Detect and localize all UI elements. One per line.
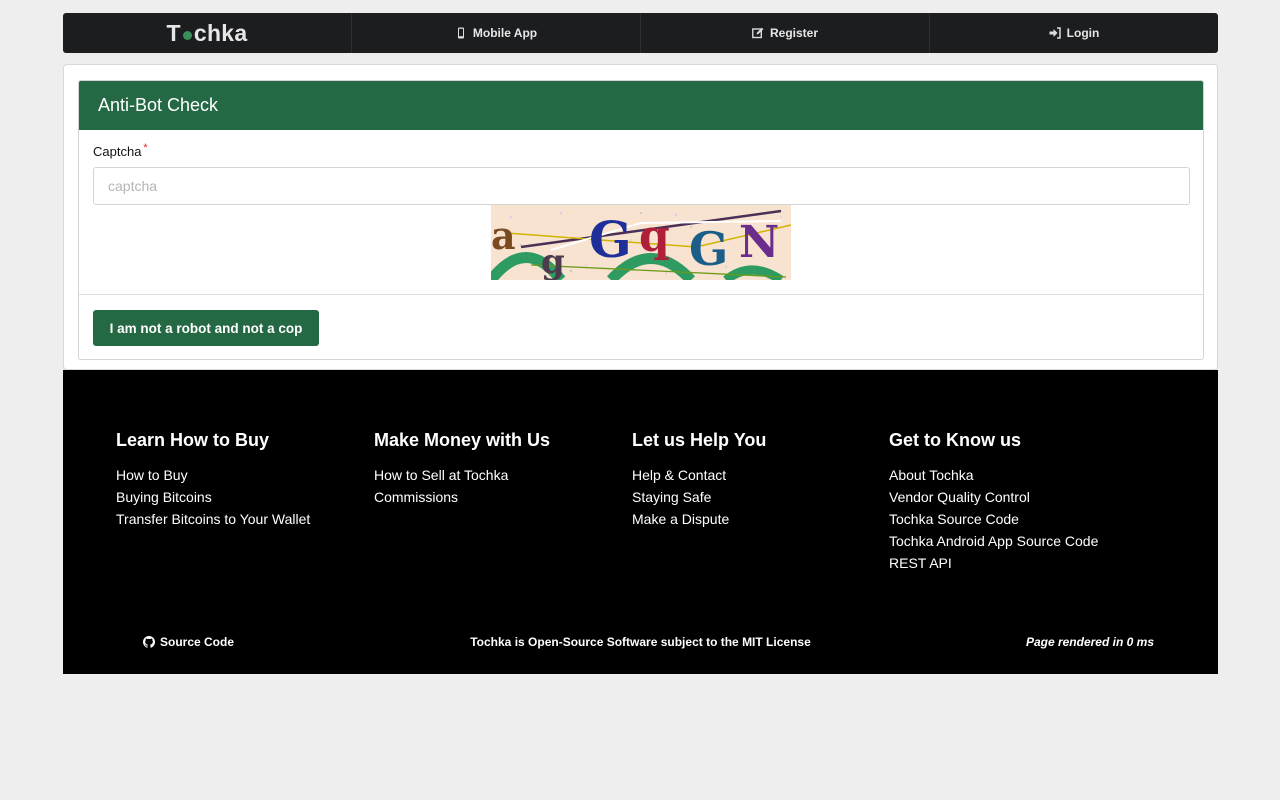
captcha-label: Captcha * — [93, 142, 148, 159]
logo-text-left: T — [166, 19, 181, 46]
footer-link-commissions[interactable]: Commissions — [374, 486, 624, 508]
footer-column-title: Let us Help You — [632, 430, 767, 450]
captcha-input[interactable] — [93, 167, 1190, 205]
submit-button[interactable]: I am not a robot and not a cop — [93, 310, 319, 346]
source-code-link[interactable]: Source Code — [143, 635, 234, 649]
nav-register[interactable]: Register — [640, 13, 929, 53]
svg-text:g: g — [541, 242, 565, 280]
footer-column-title: Make Money with Us — [374, 430, 551, 450]
footer-link-buying-bitcoins[interactable]: Buying Bitcoins — [116, 486, 366, 508]
nav-mobile-app-label: Mobile App — [472, 26, 538, 40]
footer-column-title: Learn How to Buy — [116, 430, 270, 450]
github-icon — [143, 636, 155, 648]
footer-link-rest-api[interactable]: REST API — [889, 552, 1139, 574]
footer-link-about[interactable]: About Tochka — [889, 464, 1139, 486]
footer-link-help-contact[interactable]: Help & Contact — [632, 464, 882, 486]
footer-link-transfer-bitcoins[interactable]: Transfer Bitcoins to Your Wallet — [116, 508, 366, 530]
svg-text:G: G — [689, 222, 728, 276]
footer-column-help: Let us Help You Help & Contact Staying S… — [632, 430, 882, 530]
footer-column-about: Get to Know us About Tochka Vendor Quali… — [889, 430, 1139, 574]
source-code-label: Source Code — [160, 635, 235, 649]
svg-text:N: N — [739, 217, 779, 268]
render-time: Page rendered in 0 ms — [1025, 635, 1154, 649]
top-navbar: T chka Mobile App Register Login — [63, 13, 1218, 53]
sign-in-icon — [1049, 27, 1061, 39]
footer-link-make-dispute[interactable]: Make a Dispute — [632, 508, 882, 530]
footer-link-vendor-quality[interactable]: Vendor Quality Control — [889, 486, 1139, 508]
footer-column-buy: Learn How to Buy How to Buy Buying Bitco… — [116, 430, 366, 530]
footer-column-title: Get to Know us — [889, 430, 1021, 450]
anti-bot-card: Anti-Bot Check Captcha * captcha a g G q… — [78, 80, 1204, 360]
mobile-icon — [457, 27, 464, 39]
footer-link-how-to-sell[interactable]: How to Sell at Tochka — [374, 464, 624, 486]
card-footer: I am not a robot and not a cop — [79, 294, 1203, 359]
brand-logo[interactable]: T chka — [63, 13, 351, 53]
logo-dot-icon — [182, 30, 192, 40]
content-panel: Anti-Bot Check Captcha * captcha a g G q… — [63, 64, 1218, 370]
captcha-label-text: Captcha — [93, 144, 142, 159]
nav-login[interactable]: Login — [929, 13, 1218, 53]
svg-text:q: q — [639, 211, 670, 262]
footer-link-source-code[interactable]: Tochka Source Code — [889, 508, 1139, 530]
site-footer: Learn How to Buy How to Buy Buying Bitco… — [63, 370, 1218, 674]
edit-icon — [752, 27, 764, 39]
logo-text-right: chka — [193, 19, 248, 46]
footer-link-staying-safe[interactable]: Staying Safe — [632, 486, 882, 508]
required-marker: * — [143, 142, 148, 154]
svg-text:G: G — [589, 210, 632, 269]
nav-login-label: Login — [1066, 26, 1100, 40]
footer-column-money: Make Money with Us How to Sell at Tochka… — [374, 430, 624, 508]
card-header: Anti-Bot Check — [79, 81, 1203, 130]
nav-mobile-app[interactable]: Mobile App — [351, 13, 640, 53]
captcha-image: a g G q G N — [491, 205, 791, 280]
footer-link-android-source[interactable]: Tochka Android App Source Code — [889, 530, 1139, 552]
nav-register-label: Register — [769, 26, 819, 40]
footer-link-how-to-buy[interactable]: How to Buy — [116, 464, 366, 486]
svg-text:a: a — [491, 213, 516, 258]
card-title: Anti-Bot Check — [98, 95, 219, 115]
